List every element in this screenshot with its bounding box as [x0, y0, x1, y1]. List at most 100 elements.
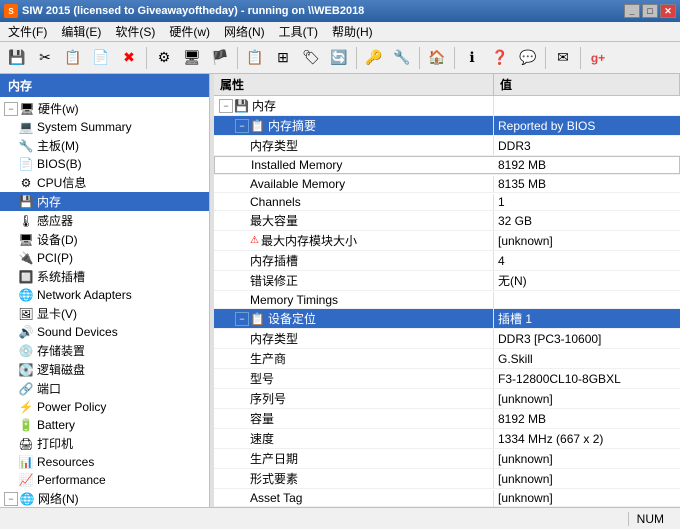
- sidebar-item-bios[interactable]: 📄 BIOS(B): [0, 155, 209, 173]
- sidebar-item-motherboard[interactable]: 🔧 主板(M): [0, 136, 209, 155]
- sidebar-item-battery[interactable]: 🔋 Battery: [0, 416, 209, 434]
- menu-edit[interactable]: 编辑(E): [55, 21, 107, 42]
- sidebar-item-power[interactable]: ⚡ Power Policy: [0, 398, 209, 416]
- menu-network[interactable]: 网络(N): [218, 21, 271, 42]
- menu-tools[interactable]: 工具(T): [273, 21, 324, 42]
- printer-icon: 🖨: [18, 436, 34, 452]
- dev-loc-expand[interactable]: −: [235, 312, 249, 326]
- ports-icon: 🔗: [18, 381, 34, 397]
- summary-expand[interactable]: −: [235, 119, 249, 133]
- menu-file[interactable]: 文件(F): [2, 21, 53, 42]
- row-mfr-date[interactable]: 生产日期 [unknown]: [214, 449, 680, 469]
- network-expand[interactable]: −: [4, 492, 18, 506]
- memory-parent-expand[interactable]: −: [219, 99, 233, 113]
- memory-parent-icon: 💾: [234, 99, 249, 113]
- toolbar-question[interactable]: ❓: [487, 45, 513, 71]
- row-model[interactable]: 型号 F3-12800CL10-8GBXL: [214, 369, 680, 389]
- toolbar-settings[interactable]: ⚙: [151, 45, 177, 71]
- toolbar-copy[interactable]: 📋: [60, 45, 86, 71]
- toolbar-cut[interactable]: ✂: [32, 45, 58, 71]
- sidebar-item-cpu[interactable]: ⚙ CPU信息: [0, 173, 209, 192]
- row-max-capacity[interactable]: 最大容量 32 GB: [214, 211, 680, 231]
- row-asset-tag[interactable]: Asset Tag [unknown]: [214, 489, 680, 507]
- sidebar-item-sensors[interactable]: 🌡 感应器: [0, 211, 209, 230]
- cpu-label: CPU信息: [37, 174, 86, 191]
- sidebar-item-sound[interactable]: 🔊 Sound Devices: [0, 323, 209, 341]
- channels-attr: Channels: [214, 194, 494, 210]
- sidebar-item-summary[interactable]: 💻 System Summary: [0, 118, 209, 136]
- row-mem-type2[interactable]: 内存类型 DDR3 [PC3-10600]: [214, 329, 680, 349]
- sidebar-item-logical-disk[interactable]: 💽 逻辑磁盘: [0, 360, 209, 379]
- power-icon: ⚡: [18, 399, 34, 415]
- toolbar-refresh[interactable]: 🔄: [326, 45, 352, 71]
- row-capacity[interactable]: 容量 8192 MB: [214, 409, 680, 429]
- row-channels[interactable]: Channels 1: [214, 193, 680, 211]
- titlebar-controls[interactable]: _ □ ✕: [624, 4, 676, 18]
- toolbar-key[interactable]: 🔑: [361, 45, 387, 71]
- row-speed[interactable]: 速度 1334 MHz (667 x 2): [214, 429, 680, 449]
- minimize-button[interactable]: _: [624, 4, 640, 18]
- row-form-factor[interactable]: 形式要素 [unknown]: [214, 469, 680, 489]
- table-container[interactable]: − 💾 内存 − 📋 内存摘要 Reported by BIOS 内存类型 DD…: [214, 96, 680, 507]
- row-mem-slots[interactable]: 内存插槽 4: [214, 251, 680, 271]
- timings-attr: Memory Timings: [214, 292, 494, 308]
- close-button[interactable]: ✕: [660, 4, 676, 18]
- memory-parent-row[interactable]: − 💾 内存: [214, 96, 680, 116]
- toolbar-save[interactable]: 💾: [4, 45, 30, 71]
- toolbar-sep1: [146, 47, 147, 69]
- sidebar-item-memory[interactable]: 💾 内存: [0, 192, 209, 211]
- hardware-expand[interactable]: −: [4, 102, 18, 116]
- toolbar-mail[interactable]: ✉: [550, 45, 576, 71]
- sidebar-item-devices[interactable]: 🖥 设备(D): [0, 230, 209, 249]
- toolbar-file[interactable]: 📄: [88, 45, 114, 71]
- row-available-memory[interactable]: Available Memory 8135 MB: [214, 175, 680, 193]
- tree-container[interactable]: − 🖥 硬件(w) 💻 System Summary 🔧 主板(M) 📄 BIO…: [0, 97, 209, 507]
- maximize-button[interactable]: □: [642, 4, 658, 18]
- sidebar-item-ports[interactable]: 🔗 端口: [0, 379, 209, 398]
- tree-network-root[interactable]: − 🌐 网络(N): [0, 489, 209, 507]
- mem-type-val: DDR3: [494, 138, 680, 154]
- row-manufacturer[interactable]: 生产商 G.Skill: [214, 349, 680, 369]
- sidebar-item-pci[interactable]: 🔌 PCI(P): [0, 249, 209, 267]
- toolbar-chat[interactable]: 💬: [515, 45, 541, 71]
- sidebar-item-storage[interactable]: 💿 存储装置: [0, 341, 209, 360]
- sidebar-item-performance[interactable]: 📈 Performance: [0, 471, 209, 489]
- memory-parent-val: [494, 105, 680, 107]
- toolbar-list[interactable]: 📋: [242, 45, 268, 71]
- menu-hardware[interactable]: 硬件(w): [163, 21, 216, 42]
- row-serial[interactable]: 序列号 [unknown]: [214, 389, 680, 409]
- row-mem-type[interactable]: 内存类型 DDR3: [214, 136, 680, 156]
- menu-help[interactable]: 帮助(H): [326, 21, 379, 42]
- titlebar-title: SIW 2015 (licensed to Giveawayoftheday) …: [22, 5, 364, 17]
- toolbar-tag[interactable]: 🏷: [298, 45, 324, 71]
- row-timings[interactable]: Memory Timings: [214, 291, 680, 309]
- sidebar-item-graphics[interactable]: 🖼 显卡(V): [0, 304, 209, 323]
- slots-label: 系统插槽: [37, 268, 85, 285]
- toolbar-wrench[interactable]: 🔧: [389, 45, 415, 71]
- memory-summary-header[interactable]: − 📋 内存摘要 Reported by BIOS: [214, 116, 680, 136]
- toolbar-info[interactable]: ℹ: [459, 45, 485, 71]
- menu-software[interactable]: 软件(S): [109, 21, 161, 42]
- toolbar-home[interactable]: 🏠: [424, 45, 450, 71]
- avail-mem-val: 8135 MB: [494, 176, 680, 192]
- sidebar-item-network-adapters[interactable]: 🌐 Network Adapters: [0, 286, 209, 304]
- sidebar-item-resources[interactable]: 📊 Resources: [0, 453, 209, 471]
- form-factor-val: [unknown]: [494, 471, 680, 487]
- app-icon: S: [4, 4, 18, 18]
- sidebar-item-slots[interactable]: 🔲 系统插槽: [0, 267, 209, 286]
- row-max-module[interactable]: ⚠ 最大内存模块大小 [unknown]: [214, 231, 680, 251]
- device-location-header[interactable]: − 📋 设备定位 插槽 1: [214, 309, 680, 329]
- summary-row-val: Reported by BIOS: [494, 118, 680, 134]
- storage-icon: 💿: [18, 343, 34, 359]
- toolbar-stop[interactable]: ✖: [116, 45, 142, 71]
- row-ecc[interactable]: 错误修正 无(N): [214, 271, 680, 291]
- toolbar-grid[interactable]: ⊞: [270, 45, 296, 71]
- tree-hardware-root[interactable]: − 🖥 硬件(w): [0, 99, 209, 118]
- sidebar-item-printer[interactable]: 🖨 打印机: [0, 434, 209, 453]
- toolbar-display[interactable]: 🖥: [179, 45, 205, 71]
- speed-attr: 速度: [214, 429, 494, 448]
- row-installed-memory[interactable]: Installed Memory 8192 MB: [214, 156, 680, 175]
- toolbar-flag[interactable]: 🏴: [207, 45, 233, 71]
- toolbar-google[interactable]: g+: [585, 45, 611, 71]
- graphics-label: 显卡(V): [37, 305, 77, 322]
